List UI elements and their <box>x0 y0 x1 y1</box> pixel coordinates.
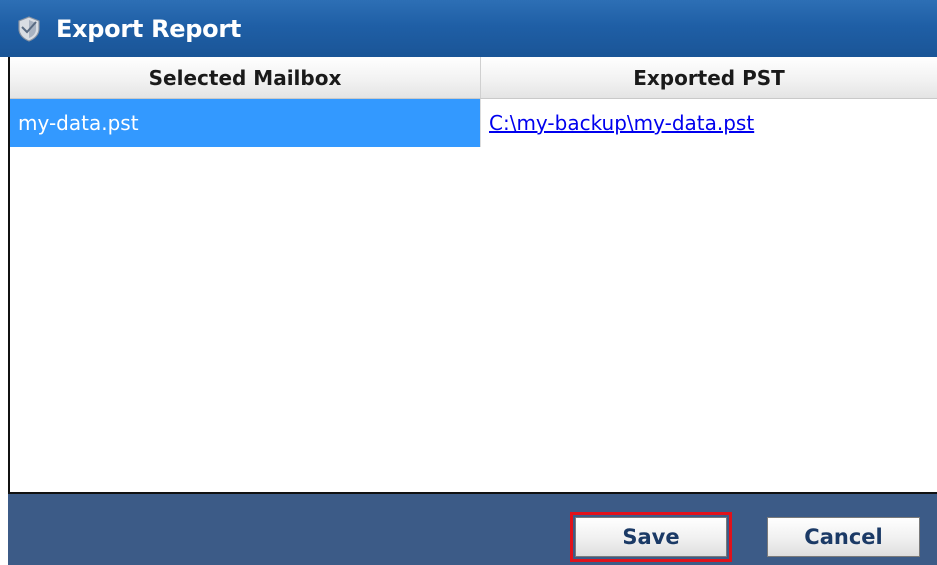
button-bar: Save Cancel <box>8 494 937 565</box>
column-header-exported-pst[interactable]: Exported PST <box>481 57 937 98</box>
report-grid: Selected Mailbox Exported PST my-data.ps… <box>8 57 937 494</box>
export-report-window: Export Report Selected Mailbox Exported … <box>0 0 937 565</box>
cancel-button[interactable]: Cancel <box>767 517 920 557</box>
column-header-selected-mailbox[interactable]: Selected Mailbox <box>10 57 481 98</box>
mailbox-cell[interactable]: my-data.pst <box>10 99 481 147</box>
app-shield-icon <box>14 14 44 44</box>
exported-pst-link[interactable]: C:\my-backup\my-data.pst <box>481 99 937 147</box>
table-row[interactable]: my-data.pst C:\my-backup\my-data.pst <box>10 99 937 147</box>
window-title: Export Report <box>56 14 242 43</box>
grid-header: Selected Mailbox Exported PST <box>10 57 937 99</box>
title-bar: Export Report <box>0 0 937 57</box>
save-button[interactable]: Save <box>570 512 732 562</box>
